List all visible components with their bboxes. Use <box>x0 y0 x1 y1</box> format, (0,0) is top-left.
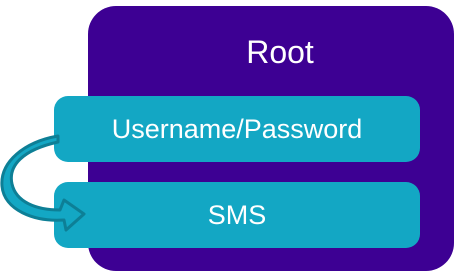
step-label: Username/Password <box>111 113 363 144</box>
step-label: SMS <box>207 199 267 230</box>
diagram-canvas: Root Username/Password SMS <box>0 0 460 271</box>
step-username-password: Username/Password <box>54 96 420 162</box>
step-sms: SMS <box>54 182 420 248</box>
root-label: Root <box>246 34 314 70</box>
